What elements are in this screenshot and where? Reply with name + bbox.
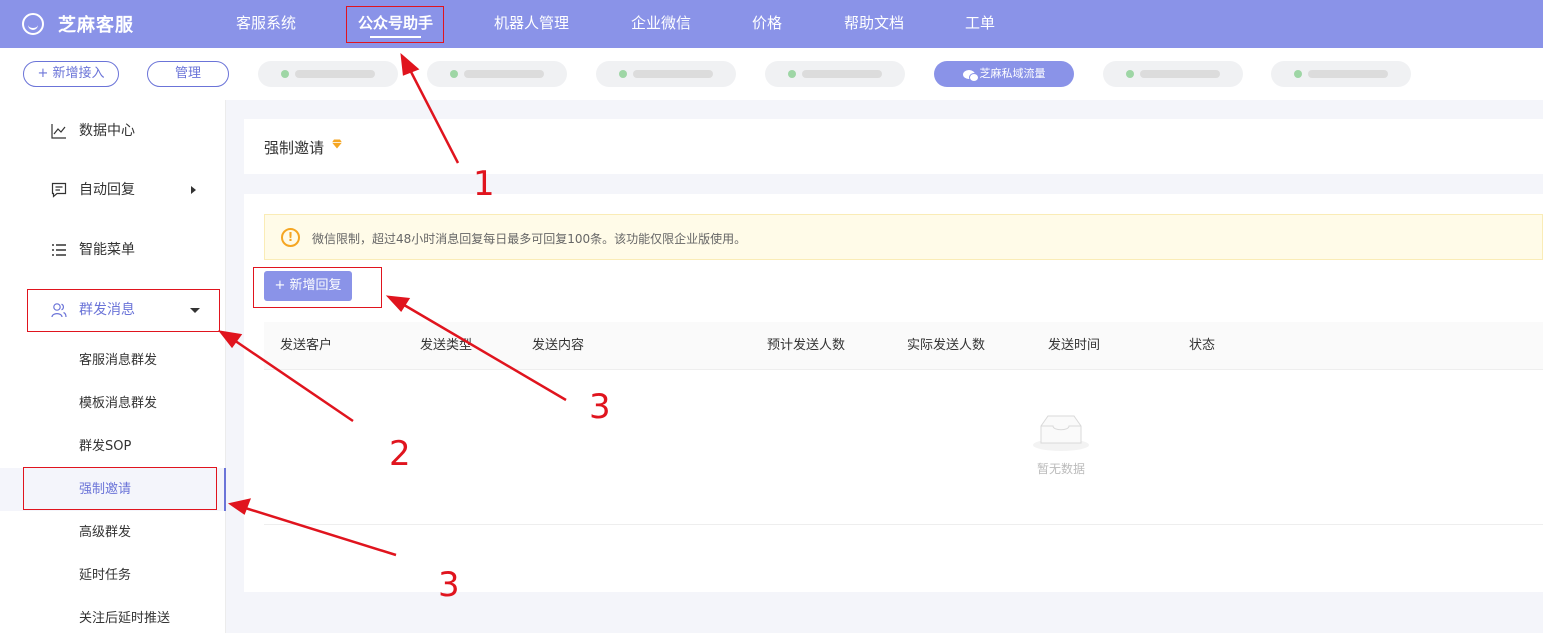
page-title: 强制邀请	[264, 139, 325, 157]
annotation-number: 1	[473, 164, 495, 204]
annotation-number: 3	[589, 387, 611, 427]
nav-item-wecom[interactable]: 企业微信	[631, 0, 691, 48]
account-tab[interactable]	[1271, 61, 1411, 87]
nav-item-kefu[interactable]: 客服系统	[236, 0, 296, 48]
annotation-box	[253, 267, 382, 308]
table-divider	[264, 524, 1543, 525]
message-icon	[51, 182, 67, 198]
sidebar-subitem-sop[interactable]: 群发SOP	[0, 425, 226, 468]
account-tab[interactable]	[1103, 61, 1243, 87]
account-name: 芝麻私域流量	[979, 67, 1046, 80]
nav-item-help[interactable]: 帮助文档	[844, 0, 904, 48]
column-header: 发送类型	[420, 338, 473, 353]
sidebar-subitem-advanced-mass[interactable]: 高级群发	[0, 511, 226, 554]
account-status-icon	[619, 70, 627, 78]
notice-text: 微信限制，超过48小时消息回复每日最多可回复100条。该功能仅限企业版使用。	[312, 232, 747, 246]
column-header: 实际发送人数	[907, 338, 986, 353]
sidebar-item-data-center[interactable]: 数据中心	[0, 111, 226, 151]
add-access-button[interactable]: + 新增接入	[23, 61, 119, 87]
list-icon	[52, 244, 66, 256]
sidebar-item-smart-menu[interactable]: 智能菜单	[0, 230, 226, 270]
column-header: 状态	[1189, 338, 1216, 353]
sidebar-subitem-delay-task[interactable]: 延时任务	[0, 554, 226, 597]
column-header: 预计发送人数	[767, 338, 846, 353]
sidebar-subitem-kefu-mass[interactable]: 客服消息群发	[0, 339, 226, 382]
sidebar: 数据中心 自动回复 智能菜单 群发消息 客服消息群发 模板消息群发 群发SOP …	[0, 100, 226, 633]
brand-logo-icon	[22, 13, 44, 35]
account-status-icon	[1294, 70, 1302, 78]
annotation-box	[27, 289, 220, 332]
vip-diamond-icon	[332, 139, 342, 149]
account-bar: + 新增接入 管理 芝麻私域流量	[0, 48, 1543, 100]
account-tab[interactable]	[596, 61, 736, 87]
account-tab-active[interactable]: 芝麻私域流量	[934, 61, 1074, 87]
blurred-account-name	[1308, 70, 1388, 78]
sidebar-item-label: 数据中心	[79, 123, 135, 139]
column-header: 发送客户	[280, 338, 333, 353]
blurred-account-name	[1140, 70, 1220, 78]
account-tab[interactable]	[427, 61, 567, 87]
annotation-number: 3	[438, 565, 460, 605]
sidebar-subitem-follow-delay-push[interactable]: 关注后延时推送	[0, 597, 226, 633]
column-header: 发送内容	[532, 338, 585, 353]
line-chart-icon	[51, 124, 66, 139]
blurred-account-name	[464, 70, 544, 78]
table-header: 发送客户 发送类型 发送内容 预计发送人数 实际发送人数 发送时间 状态	[264, 322, 1543, 370]
main-panel: ! 微信限制，超过48小时消息回复每日最多可回复100条。该功能仅限企业版使用。…	[244, 194, 1543, 592]
brand[interactable]: 芝麻客服	[22, 0, 134, 48]
account-tab[interactable]	[258, 61, 398, 87]
annotation-number: 2	[389, 434, 411, 474]
sidebar-item-label: 智能菜单	[79, 242, 135, 258]
account-status-icon	[450, 70, 458, 78]
nav-item-price[interactable]: 价格	[752, 0, 782, 48]
nav-item-robot[interactable]: 机器人管理	[494, 0, 569, 48]
empty-inbox-icon	[1033, 415, 1089, 451]
warning-notice: ! 微信限制，超过48小时消息回复每日最多可回复100条。该功能仅限企业版使用。	[264, 214, 1543, 260]
account-status-icon	[1126, 70, 1134, 78]
blurred-account-name	[633, 70, 713, 78]
manage-button[interactable]: 管理	[147, 61, 229, 87]
empty-state-text: 暂无数据	[1036, 462, 1085, 476]
account-tab[interactable]	[765, 61, 905, 87]
top-navbar: 芝麻客服 客服系统 公众号助手 机器人管理 企业微信 价格 帮助文档 工单	[0, 0, 1543, 48]
wechat-icon	[962, 69, 979, 82]
brand-name: 芝麻客服	[58, 15, 134, 36]
page-header: 强制邀请	[244, 119, 1543, 174]
blurred-account-name	[802, 70, 882, 78]
caret-right-icon	[191, 186, 196, 194]
sidebar-item-auto-reply[interactable]: 自动回复	[0, 170, 226, 210]
annotation-box	[23, 467, 217, 510]
nav-item-ticket[interactable]: 工单	[965, 0, 995, 48]
blurred-account-name	[295, 70, 375, 78]
account-status-icon	[281, 70, 289, 78]
sidebar-item-label: 自动回复	[79, 182, 135, 198]
warning-icon: !	[281, 228, 300, 247]
account-status-icon	[788, 70, 796, 78]
sidebar-subitem-template-mass[interactable]: 模板消息群发	[0, 382, 226, 425]
annotation-box	[346, 6, 444, 43]
column-header: 发送时间	[1048, 338, 1101, 353]
